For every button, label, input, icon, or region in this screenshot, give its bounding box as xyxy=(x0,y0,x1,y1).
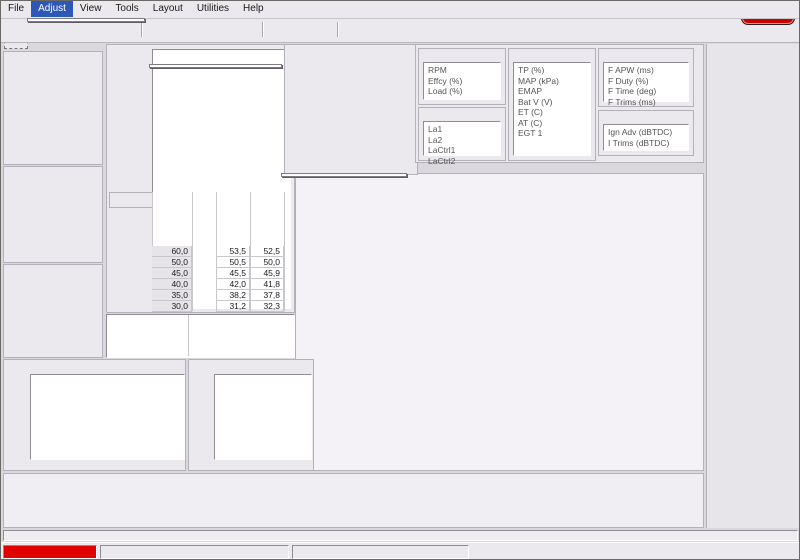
lambda-channels-group: La1La2LaCtrl1LaCtrl2 xyxy=(418,107,506,161)
ignition-icon[interactable] xyxy=(170,21,188,39)
fuel-table-panel: 60,0 53,5 52,5 50,0 50,5 50,0 45,0 45,5 … xyxy=(106,44,295,313)
fuel-surface-panel xyxy=(295,173,704,471)
table-cell[interactable]: 50,5 xyxy=(216,257,250,268)
airtemp-dial-gauge xyxy=(4,278,102,358)
table-cell[interactable]: 50,0 xyxy=(250,257,284,268)
workspace-background xyxy=(706,44,800,528)
engine-temp-graph-panel xyxy=(188,359,314,471)
functions-submenu-popup xyxy=(149,64,282,68)
channel-item[interactable]: F Trims (ms) xyxy=(608,97,684,108)
channel-item[interactable]: F APW (ms) xyxy=(608,65,684,76)
table-cell[interactable]: 32,3 xyxy=(250,301,284,312)
table-row-header: 40,0 xyxy=(152,279,192,290)
injector-icon[interactable] xyxy=(147,21,165,39)
table-row: 40,0 42,0 41,8 xyxy=(107,279,296,290)
table-cell[interactable]: 38,2 xyxy=(216,290,250,301)
ignition-channels-group: Ign Adv (dBTDC)I Trims (dBTDC) xyxy=(598,110,694,156)
table-row: 45,0 45,5 45,9 xyxy=(107,268,296,279)
channel-item[interactable]: LaCtrl1 xyxy=(428,145,496,156)
table-row-header: 30,0 xyxy=(152,301,192,312)
rpm-gauge-panel xyxy=(3,51,103,165)
ecu-status-badge xyxy=(3,545,97,559)
table-row: 35,0 38,2 37,8 xyxy=(107,290,296,301)
channel-item[interactable]: EMAP xyxy=(518,86,586,97)
channel-item[interactable]: F Time (deg) xyxy=(608,86,684,97)
menubar-item[interactable]: View xyxy=(73,1,109,17)
status-bar xyxy=(1,542,799,560)
zero-icon[interactable] xyxy=(292,21,310,39)
channel-item[interactable]: Bat V (V) xyxy=(518,97,586,108)
channel-item[interactable]: RPM xyxy=(428,65,496,76)
lambda-icon[interactable] xyxy=(239,21,257,39)
table-row-header: 60,0 xyxy=(152,246,192,257)
fuel-table: 60,0 53,5 52,5 50,0 50,5 50,0 45,0 45,5 … xyxy=(107,246,296,312)
channel-item[interactable]: Ign Adv (dBTDC) xyxy=(608,127,684,138)
menubar-item[interactable]: File xyxy=(1,1,31,17)
channel-item[interactable]: MAP (kPa) xyxy=(518,76,586,87)
table-axis-caption xyxy=(109,192,153,208)
menubar-item[interactable]: Tools xyxy=(108,1,145,17)
table-cell[interactable]: 45,9 xyxy=(250,268,284,279)
trim-info-panel xyxy=(106,314,295,358)
channel-item[interactable]: Effcy (%) xyxy=(428,76,496,87)
motec-ecu-manager-window: FileAdjustViewToolsLayoutUtilitiesHelp xyxy=(0,0,800,560)
channel-item[interactable]: AT (C) xyxy=(518,118,586,129)
empty-panel xyxy=(3,473,704,528)
status-strip xyxy=(3,530,798,541)
fuel-channels-group: F APW (ms)F Duty (%)F Time (deg)F Trims … xyxy=(598,48,694,107)
menu-bar: FileAdjustViewToolsLayoutUtilitiesHelp xyxy=(1,1,799,19)
key-hints xyxy=(292,545,469,559)
toolbar-separator xyxy=(337,22,339,37)
channel-item[interactable]: EGT 1 xyxy=(518,128,586,139)
map-gauge-panel xyxy=(3,166,103,263)
lambda-plot-grid xyxy=(31,375,182,457)
fuel-bars-icon[interactable] xyxy=(314,21,332,39)
menubar-item[interactable]: Adjust xyxy=(31,1,73,17)
lambda-graph-panel xyxy=(3,359,186,471)
map-dial-gauge xyxy=(4,179,102,263)
table-row-header: 45,0 xyxy=(152,268,192,279)
main-channels-group: RPMEffcy (%)Load (%) xyxy=(418,48,506,105)
table-row-header: 35,0 xyxy=(152,290,192,301)
table-row: 50,0 50,5 50,0 xyxy=(107,257,296,268)
toolbar-separator xyxy=(262,22,264,37)
menubar-item[interactable]: Layout xyxy=(146,1,190,17)
engine-plot-grid xyxy=(215,375,309,457)
table-cell[interactable]: 41,8 xyxy=(250,279,284,290)
table-cell[interactable]: 52,5 xyxy=(250,246,284,257)
table-cell[interactable]: 37,8 xyxy=(250,290,284,301)
channel-item[interactable]: Load (%) xyxy=(428,86,496,97)
table-row: 30,0 31,2 32,3 xyxy=(107,301,296,312)
traction-control-submenu-popup xyxy=(281,173,407,177)
channel-item[interactable]: F Duty (%) xyxy=(608,76,684,87)
help-icon[interactable] xyxy=(344,21,362,39)
channel-item[interactable]: La2 xyxy=(428,135,496,146)
open-file-icon[interactable] xyxy=(5,21,23,39)
fuel-3d-surface xyxy=(296,174,705,472)
menubar-item[interactable]: Utilities xyxy=(190,1,236,17)
bar-gauges-panel xyxy=(284,44,418,175)
toolbar-separator xyxy=(141,22,143,37)
boost-icon[interactable] xyxy=(216,21,234,39)
channel-item[interactable]: La1 xyxy=(428,124,496,135)
wrench-icon[interactable] xyxy=(269,21,287,39)
table-cell[interactable]: 53,5 xyxy=(216,246,250,257)
airtemp-gauge-panel xyxy=(3,264,103,358)
channel-item[interactable]: ET (C) xyxy=(518,107,586,118)
sensors-channels-group: TP (%)MAP (kPa)EMAPBat V (V)ET (C)AT (C)… xyxy=(508,48,596,161)
channel-item[interactable]: I Trims (dBTDC) xyxy=(608,138,684,149)
table-cell[interactable]: 45,5 xyxy=(216,268,250,279)
table-row-header: 50,0 xyxy=(152,257,192,268)
menubar-item[interactable]: Help xyxy=(236,1,271,17)
rpm-dial-gauge xyxy=(4,64,102,164)
functions-icon[interactable] xyxy=(193,21,211,39)
table-row: 60,0 53,5 52,5 xyxy=(107,246,296,257)
adjust-menu-popup xyxy=(27,18,145,22)
channel-item[interactable]: LaCtrl2 xyxy=(428,156,496,167)
table-cell[interactable]: 42,0 xyxy=(216,279,250,290)
channel-item[interactable]: TP (%) xyxy=(518,65,586,76)
table-cell[interactable]: 31,2 xyxy=(216,301,250,312)
connection-message xyxy=(100,545,289,559)
